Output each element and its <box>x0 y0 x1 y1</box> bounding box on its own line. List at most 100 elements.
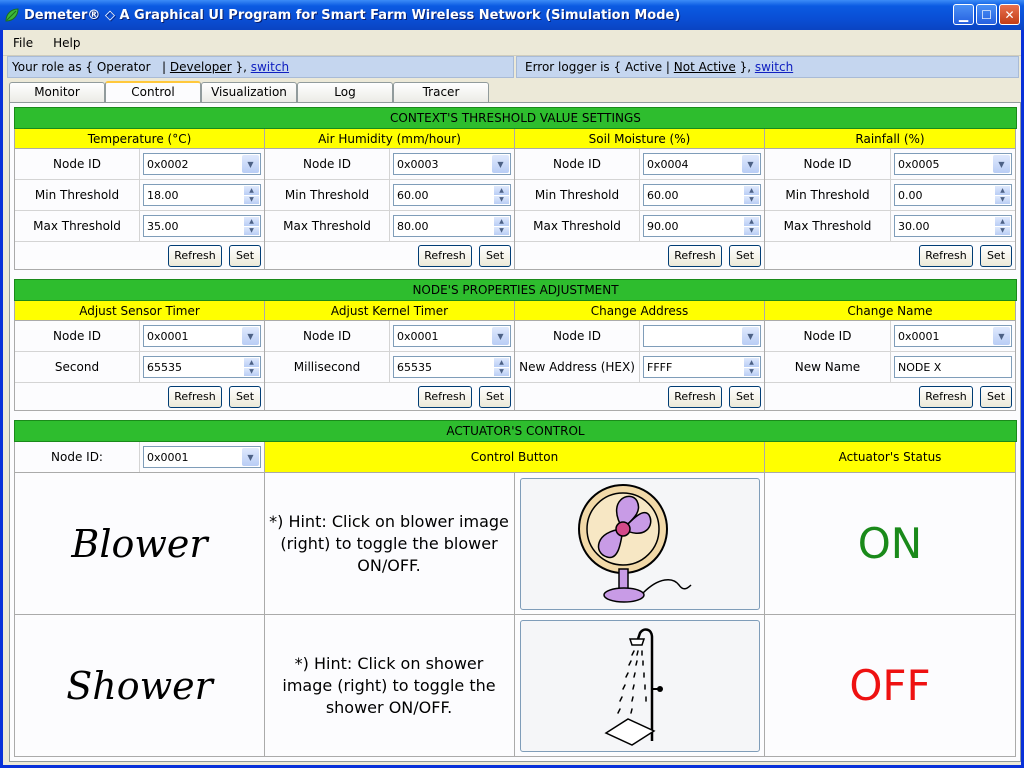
shower-toggle-button[interactable] <box>519 620 760 752</box>
chevron-down-icon: ▼ <box>993 155 1010 173</box>
props-set-button-0[interactable]: Set <box>229 385 261 408</box>
threshold-set-button-2[interactable]: Set <box>729 244 761 267</box>
spin-up-icon[interactable]: ▲ <box>995 217 1010 226</box>
tab-log[interactable]: Log <box>297 82 393 102</box>
threshold-max-input-1-value: 80.00 <box>397 219 429 233</box>
props-column-0: Adjust Sensor Timer Node ID 0x0001 ▼ Sec… <box>15 301 265 411</box>
title-bar[interactable]: Demeter® ◇ A Graphical UI Program for Sm… <box>0 0 1024 30</box>
menu-file[interactable]: File <box>3 36 43 50</box>
threshold-set-button-1[interactable]: Set <box>479 244 511 267</box>
window-title: Demeter® ◇ A Graphical UI Program for Sm… <box>24 7 681 23</box>
tab-monitor[interactable]: Monitor <box>9 82 105 102</box>
spin-down-icon[interactable]: ▼ <box>244 195 259 204</box>
spin-down-icon[interactable]: ▼ <box>494 226 509 235</box>
threshold-max-input-0[interactable]: 35.00 ▲ ▼ <box>143 215 261 237</box>
threshold-node-select-2-value: 0x0004 <box>647 157 689 171</box>
threshold-node-select-3[interactable]: 0x0005 ▼ <box>894 153 1012 175</box>
threshold-refresh-button-1[interactable]: Refresh <box>418 244 472 267</box>
tab-visualization[interactable]: Visualization <box>201 82 297 102</box>
blower-hint: *) Hint: Click on blower image (right) t… <box>269 512 509 575</box>
threshold-column-2: Soil Moisture (%) Node ID 0x0004 ▼ Min T… <box>515 129 765 270</box>
spin-down-icon[interactable]: ▼ <box>995 195 1010 204</box>
spin-down-icon[interactable]: ▼ <box>744 367 759 376</box>
actuator-node-select[interactable]: 0x0001 ▼ <box>143 446 261 468</box>
props-refresh-button-0[interactable]: Refresh <box>168 385 222 408</box>
props-field-input-1[interactable]: 65535 ▲ ▼ <box>393 356 511 378</box>
threshold-column-0: Temperature (°C) Node ID 0x0002 ▼ Min Th… <box>15 129 265 270</box>
props-column-3: Change Name Node ID 0x0001 ▼ New Name NO… <box>765 301 1016 411</box>
threshold-min-1-label: Min Threshold <box>265 180 390 210</box>
threshold-node-select-1[interactable]: 0x0003 ▼ <box>393 153 511 175</box>
spin-up-icon[interactable]: ▲ <box>744 186 759 195</box>
spin-up-icon[interactable]: ▲ <box>244 217 259 226</box>
threshold-max-1-label: Max Threshold <box>265 211 390 241</box>
role-other[interactable]: Developer <box>170 60 232 74</box>
threshold-max-input-3[interactable]: 30.00 ▲ ▼ <box>894 215 1012 237</box>
chevron-down-icon: ▼ <box>492 327 509 345</box>
props-refresh-button-3[interactable]: Refresh <box>919 385 973 408</box>
threshold-min-input-3[interactable]: 0.00 ▲ ▼ <box>894 184 1012 206</box>
props-refresh-button-2[interactable]: Refresh <box>668 385 722 408</box>
tab-control[interactable]: Control <box>105 81 201 102</box>
props-set-button-2[interactable]: Set <box>729 385 761 408</box>
logger-switch-link[interactable]: switch <box>755 60 793 74</box>
role-switch-link[interactable]: switch <box>251 60 289 74</box>
close-button[interactable]: ✕ <box>999 4 1020 25</box>
shower-hint: *) Hint: Click on shower image (right) t… <box>282 654 496 717</box>
spin-up-icon[interactable]: ▲ <box>494 358 509 367</box>
props-node-2-row: Node ID ▼ <box>515 321 764 352</box>
spin-down-icon[interactable]: ▼ <box>244 367 259 376</box>
spin-up-icon[interactable]: ▲ <box>494 217 509 226</box>
props-node-select-2[interactable]: ▼ <box>643 325 761 347</box>
threshold-min-2-label: Min Threshold <box>515 180 640 210</box>
spin-up-icon[interactable]: ▲ <box>995 186 1010 195</box>
threshold-set-button-3[interactable]: Set <box>980 244 1012 267</box>
props-refresh-button-1[interactable]: Refresh <box>418 385 472 408</box>
logger-separator: | <box>665 60 670 74</box>
threshold-min-input-2-value: 60.00 <box>647 188 679 202</box>
spin-up-icon[interactable]: ▲ <box>744 217 759 226</box>
props-field-input-3[interactable]: NODE X <box>894 356 1012 378</box>
props-node-select-3[interactable]: 0x0001 ▼ <box>894 325 1012 347</box>
spin-down-icon[interactable]: ▼ <box>494 367 509 376</box>
threshold-node-select-0[interactable]: 0x0002 ▼ <box>143 153 261 175</box>
threshold-column-3: Rainfall (%) Node ID 0x0005 ▼ Min Thresh… <box>765 129 1016 270</box>
properties-section-title: NODE'S PROPERTIES ADJUSTMENT <box>14 279 1017 301</box>
threshold-refresh-button-0[interactable]: Refresh <box>168 244 222 267</box>
spin-up-icon[interactable]: ▲ <box>244 186 259 195</box>
props-set-button-3[interactable]: Set <box>980 385 1012 408</box>
props-node-select-1-value: 0x0001 <box>397 329 439 343</box>
spin-down-icon[interactable]: ▼ <box>744 226 759 235</box>
minimize-button[interactable]: ▁ <box>953 4 974 25</box>
spin-down-icon[interactable]: ▼ <box>494 195 509 204</box>
spin-up-icon[interactable]: ▲ <box>244 358 259 367</box>
logger-other[interactable]: Not Active <box>674 60 736 74</box>
props-node-select-1[interactable]: 0x0001 ▼ <box>393 325 511 347</box>
spin-down-icon[interactable]: ▼ <box>244 226 259 235</box>
maximize-icon: ☐ <box>981 7 992 22</box>
threshold-min-input-1[interactable]: 60.00 ▲ ▼ <box>393 184 511 206</box>
spin-down-icon[interactable]: ▼ <box>744 195 759 204</box>
props-node-select-0[interactable]: 0x0001 ▼ <box>143 325 261 347</box>
spin-down-icon[interactable]: ▼ <box>995 226 1010 235</box>
spin-up-icon[interactable]: ▲ <box>494 186 509 195</box>
threshold-max-input-2[interactable]: 90.00 ▲ ▼ <box>643 215 761 237</box>
tab-tracer[interactable]: Tracer <box>393 82 489 102</box>
threshold-refresh-button-2[interactable]: Refresh <box>668 244 722 267</box>
props-field-input-0[interactable]: 65535 ▲ ▼ <box>143 356 261 378</box>
props-field-2-label: New Address (HEX) <box>515 352 640 382</box>
threshold-set-button-0[interactable]: Set <box>229 244 261 267</box>
menu-help[interactable]: Help <box>43 36 90 50</box>
spin-up-icon[interactable]: ▲ <box>744 358 759 367</box>
threshold-min-input-0[interactable]: 18.00 ▲ ▼ <box>143 184 261 206</box>
threshold-max-1-row: Max Threshold 80.00 ▲ ▼ <box>265 211 514 242</box>
props-field-input-2[interactable]: FFFF ▲ ▼ <box>643 356 761 378</box>
threshold-node-select-2[interactable]: 0x0004 ▼ <box>643 153 761 175</box>
threshold-min-input-2[interactable]: 60.00 ▲ ▼ <box>643 184 761 206</box>
threshold-max-input-1[interactable]: 80.00 ▲ ▼ <box>393 215 511 237</box>
threshold-refresh-button-3[interactable]: Refresh <box>919 244 973 267</box>
maximize-button[interactable]: ☐ <box>976 4 997 25</box>
props-node-select-0-value: 0x0001 <box>147 329 189 343</box>
props-set-button-1[interactable]: Set <box>479 385 511 408</box>
blower-toggle-button[interactable] <box>519 478 760 610</box>
